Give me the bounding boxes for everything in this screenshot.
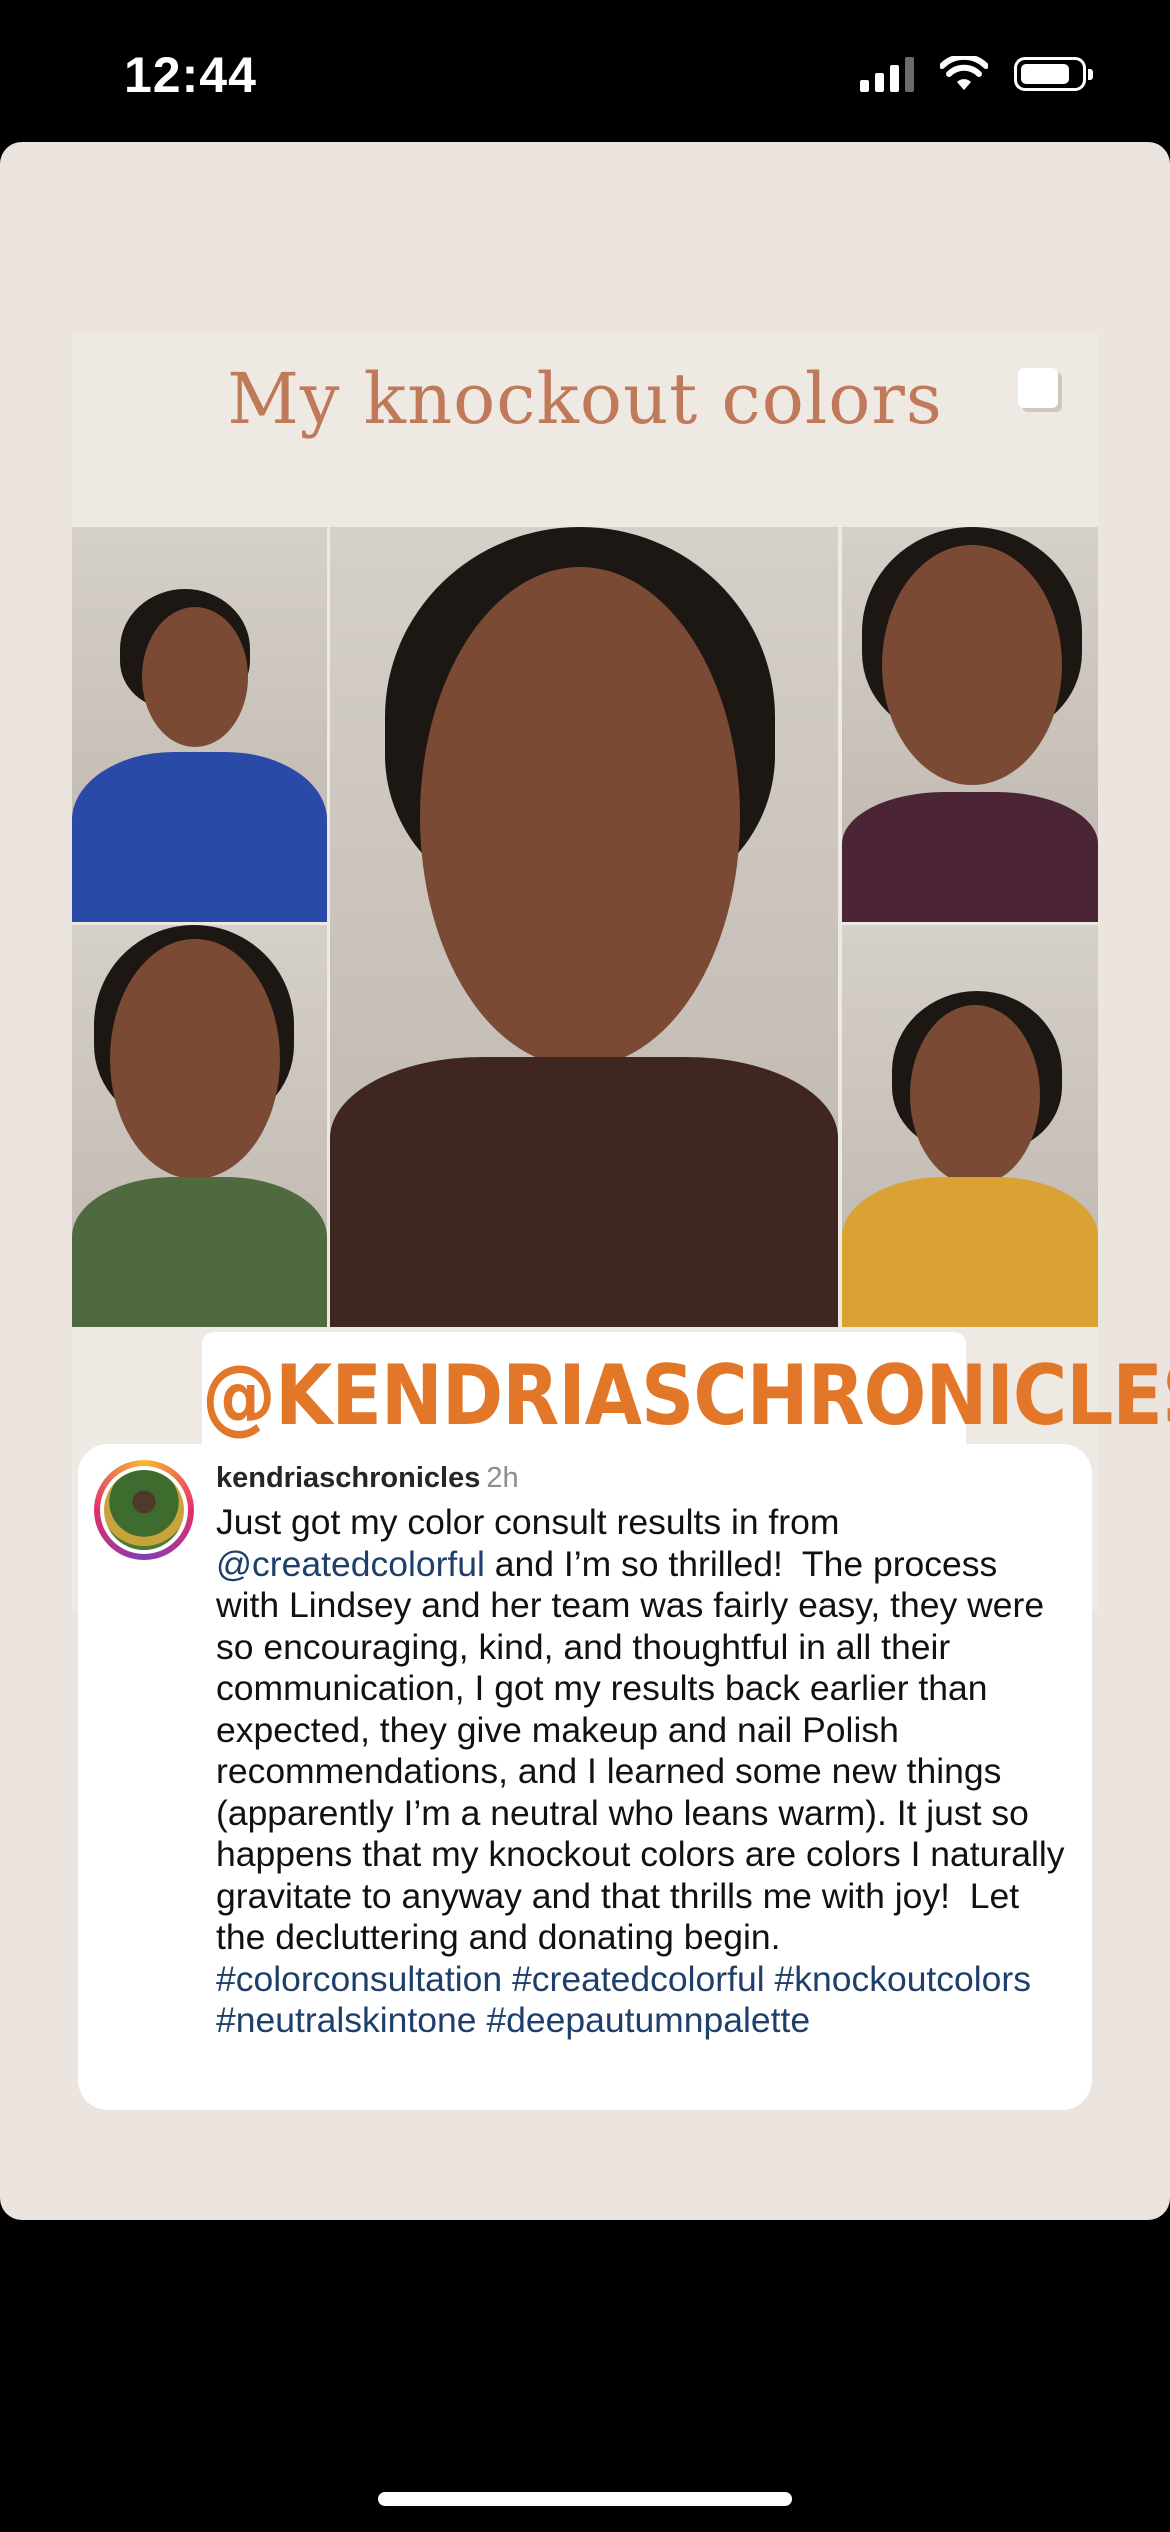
battery-icon: [1014, 57, 1093, 91]
photo-collage: [72, 527, 1098, 1327]
caption-text-part2: and I’m so thrilled! The process with Li…: [216, 1543, 1075, 1958]
cloth-swatch: [72, 752, 327, 922]
avatar: [100, 1466, 188, 1554]
cloth-swatch: [330, 1057, 838, 1327]
caption-hashtags[interactable]: #colorconsultation #createdcolorful #kno…: [216, 1959, 1041, 2041]
cellular-signal-icon: [860, 56, 914, 92]
home-indicator[interactable]: [378, 2492, 792, 2506]
caption-text: Just got my color consult results in fro…: [216, 1502, 1066, 2042]
caption-header: kendriaschronicles 2h: [216, 1462, 519, 1495]
photo-chocolate-brown: [330, 527, 838, 1327]
avatar-ring[interactable]: [94, 1460, 194, 1560]
status-bar: 12:44: [0, 0, 1170, 140]
mention-sticker[interactable]: @KENDRIASCHRONICLES: [202, 1332, 1170, 1460]
photo-plum: [842, 527, 1098, 922]
cloth-swatch: [842, 1177, 1098, 1327]
caption-text-part1: Just got my color consult results in fro…: [216, 1502, 850, 1542]
caption-username[interactable]: kendriaschronicles: [216, 1462, 480, 1494]
caption-mention-link[interactable]: @createdcolorful: [216, 1544, 485, 1584]
photo-mustard: [842, 925, 1098, 1327]
photo-olive-green: [72, 925, 327, 1327]
wifi-icon: [940, 56, 988, 90]
cloth-swatch: [72, 1177, 327, 1327]
post-title: My knockout colors: [227, 358, 943, 440]
home-area: [0, 2220, 1170, 2532]
caption-card[interactable]: kendriaschronicles 2h Just got my color c…: [78, 1444, 1092, 2110]
square-icon: [1018, 368, 1058, 408]
cloth-swatch: [842, 792, 1098, 922]
photo-royal-blue: [72, 527, 327, 922]
avatar-image: [104, 1470, 184, 1550]
status-icons: [860, 56, 1093, 92]
story-card[interactable]: My knockout colors @KENDRIASCHRONICLES k…: [0, 142, 1170, 2220]
caption-time: 2h: [486, 1462, 519, 1494]
status-time: 12:44: [124, 47, 257, 103]
